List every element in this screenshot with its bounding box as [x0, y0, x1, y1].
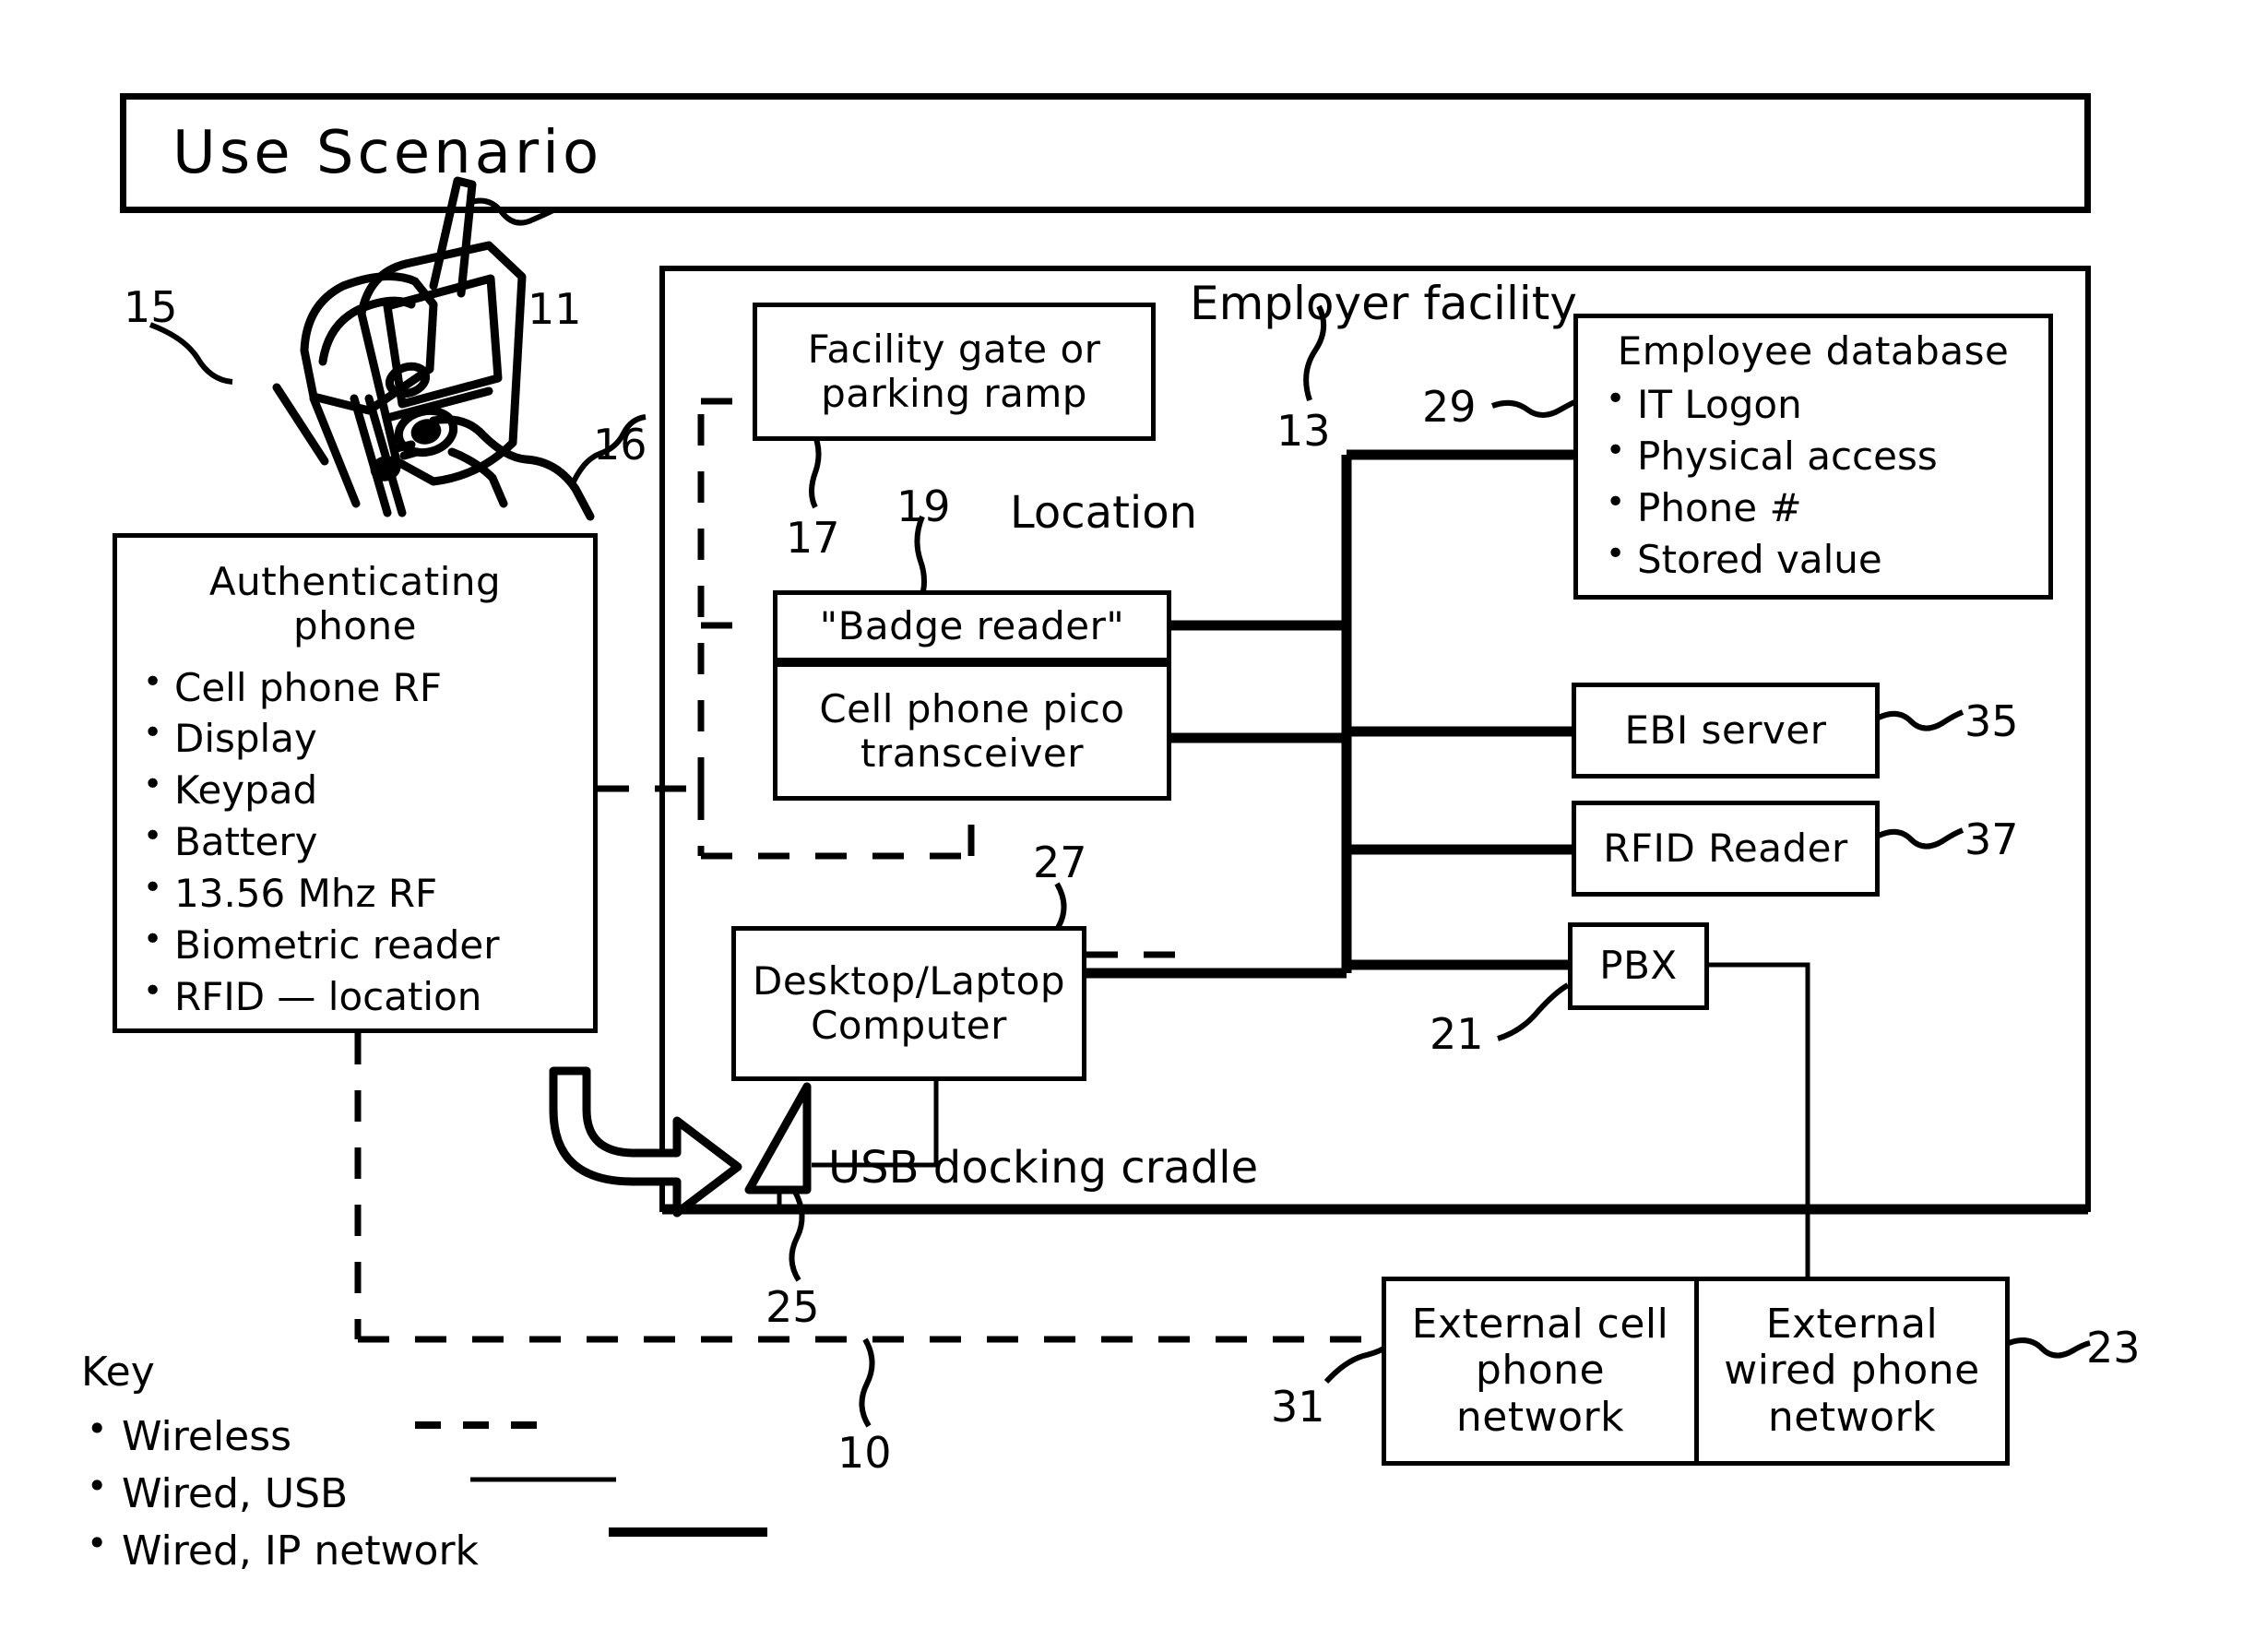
employee-database-list: IT Logon Physical access Phone # Stored …: [1578, 377, 2048, 586]
list-item: Phone #: [1600, 481, 2048, 534]
ebi-server-label: EBI server: [1624, 707, 1827, 753]
figure-title-box: Use Scenario: [120, 93, 2091, 213]
list-item: IT Logon: [1600, 377, 2048, 431]
list-item: Cell phone RF: [137, 660, 593, 714]
authenticating-phone-box: Authenticating phone Cell phone RF Displ…: [113, 533, 598, 1033]
pico-transceiver-label: Cell phone pico transceiver: [819, 685, 1125, 776]
computer-label: Desktop/Laptop Computer: [753, 957, 1065, 1048]
ref-16-hand: 16: [593, 420, 647, 469]
list-item: 13.56 Mhz RF: [137, 866, 593, 920]
ref-31-external-cell: 31: [1271, 1382, 1325, 1432]
list-item: Physical access: [1600, 429, 2048, 482]
legend-heading: Key: [81, 1349, 155, 1396]
legend-item-wired-ip: Wired, IP network: [81, 1517, 479, 1578]
list-item: Stored value: [1600, 532, 2048, 586]
ref-10-figure: 10: [837, 1428, 892, 1478]
ref-35-ebi-server: 35: [1964, 696, 2019, 746]
legend-item-wireless: Wireless: [81, 1403, 479, 1464]
external-cell-network-label: External cell phone network: [1411, 1300, 1669, 1441]
ebi-server-box: EBI server: [1572, 683, 1880, 778]
external-wired-network-box: External wired phone network: [1694, 1277, 2010, 1466]
ref-13-facility: 13: [1276, 406, 1331, 456]
external-cell-network-box: External cell phone network: [1382, 1277, 1699, 1466]
legend-item-wired-usb: Wired, USB: [81, 1460, 479, 1521]
ref-29-employee-db: 29: [1422, 382, 1477, 432]
rfid-reader-label: RFID Reader: [1603, 825, 1848, 871]
list-item: Keypad: [137, 763, 593, 816]
authenticating-phone-feature-list: Cell phone RF Display Keypad Battery 13.…: [117, 660, 593, 1023]
badge-reader-box: "Badge reader": [773, 590, 1171, 662]
computer-box: Desktop/Laptop Computer: [731, 926, 1086, 1081]
authenticating-phone-title: Authenticating phone: [208, 559, 502, 649]
pbx-label: PBX: [1599, 943, 1678, 989]
list-item: Battery: [137, 814, 593, 868]
cell-phone-sketch: [272, 176, 595, 521]
ref-25-docking-cradle: 25: [766, 1282, 820, 1332]
external-wired-network-label: External wired phone network: [1724, 1300, 1980, 1441]
pbx-box: PBX: [1568, 922, 1709, 1010]
ref-27-computer: 27: [1033, 838, 1087, 887]
ref-15-phone: 15: [124, 282, 178, 332]
facility-gate-label: Facility gate or parking ramp: [807, 326, 1101, 416]
ref-19-badge-reader: 19: [896, 481, 951, 531]
facility-gate-box: Facility gate or parking ramp: [753, 303, 1156, 441]
patent-figure-use-scenario: Use Scenario 15 11 16 17 19 13 29 35 37 …: [0, 0, 2255, 1652]
legend-key: Key Wireless Wired, USB Wired, IP networ…: [81, 1342, 479, 1578]
list-item: RFID — location: [137, 969, 593, 1023]
pico-transceiver-box: Cell phone pico transceiver: [773, 662, 1171, 801]
ref-37-rfid-reader: 37: [1964, 814, 2019, 864]
ref-23-external-wired: 23: [2086, 1323, 2141, 1373]
list-item: Display: [137, 711, 593, 765]
usb-docking-cradle-label: USB docking cradle: [828, 1142, 1259, 1194]
employee-database-title: Employee database: [1617, 328, 2010, 374]
employer-facility-label: Employer facility: [1190, 277, 1577, 330]
location-label: Location: [1010, 487, 1198, 539]
employee-database-box: Employee database IT Logon Physical acce…: [1573, 314, 2053, 600]
ref-17-facility-gate: 17: [786, 513, 840, 563]
ref-11-antenna: 11: [528, 284, 582, 334]
rfid-reader-box: RFID Reader: [1572, 801, 1880, 897]
list-item: Biometric reader: [137, 918, 593, 971]
page-title: Use Scenario: [172, 119, 603, 187]
badge-reader-label: "Badge reader": [819, 602, 1125, 648]
ref-21-pbx: 21: [1430, 1009, 1484, 1059]
